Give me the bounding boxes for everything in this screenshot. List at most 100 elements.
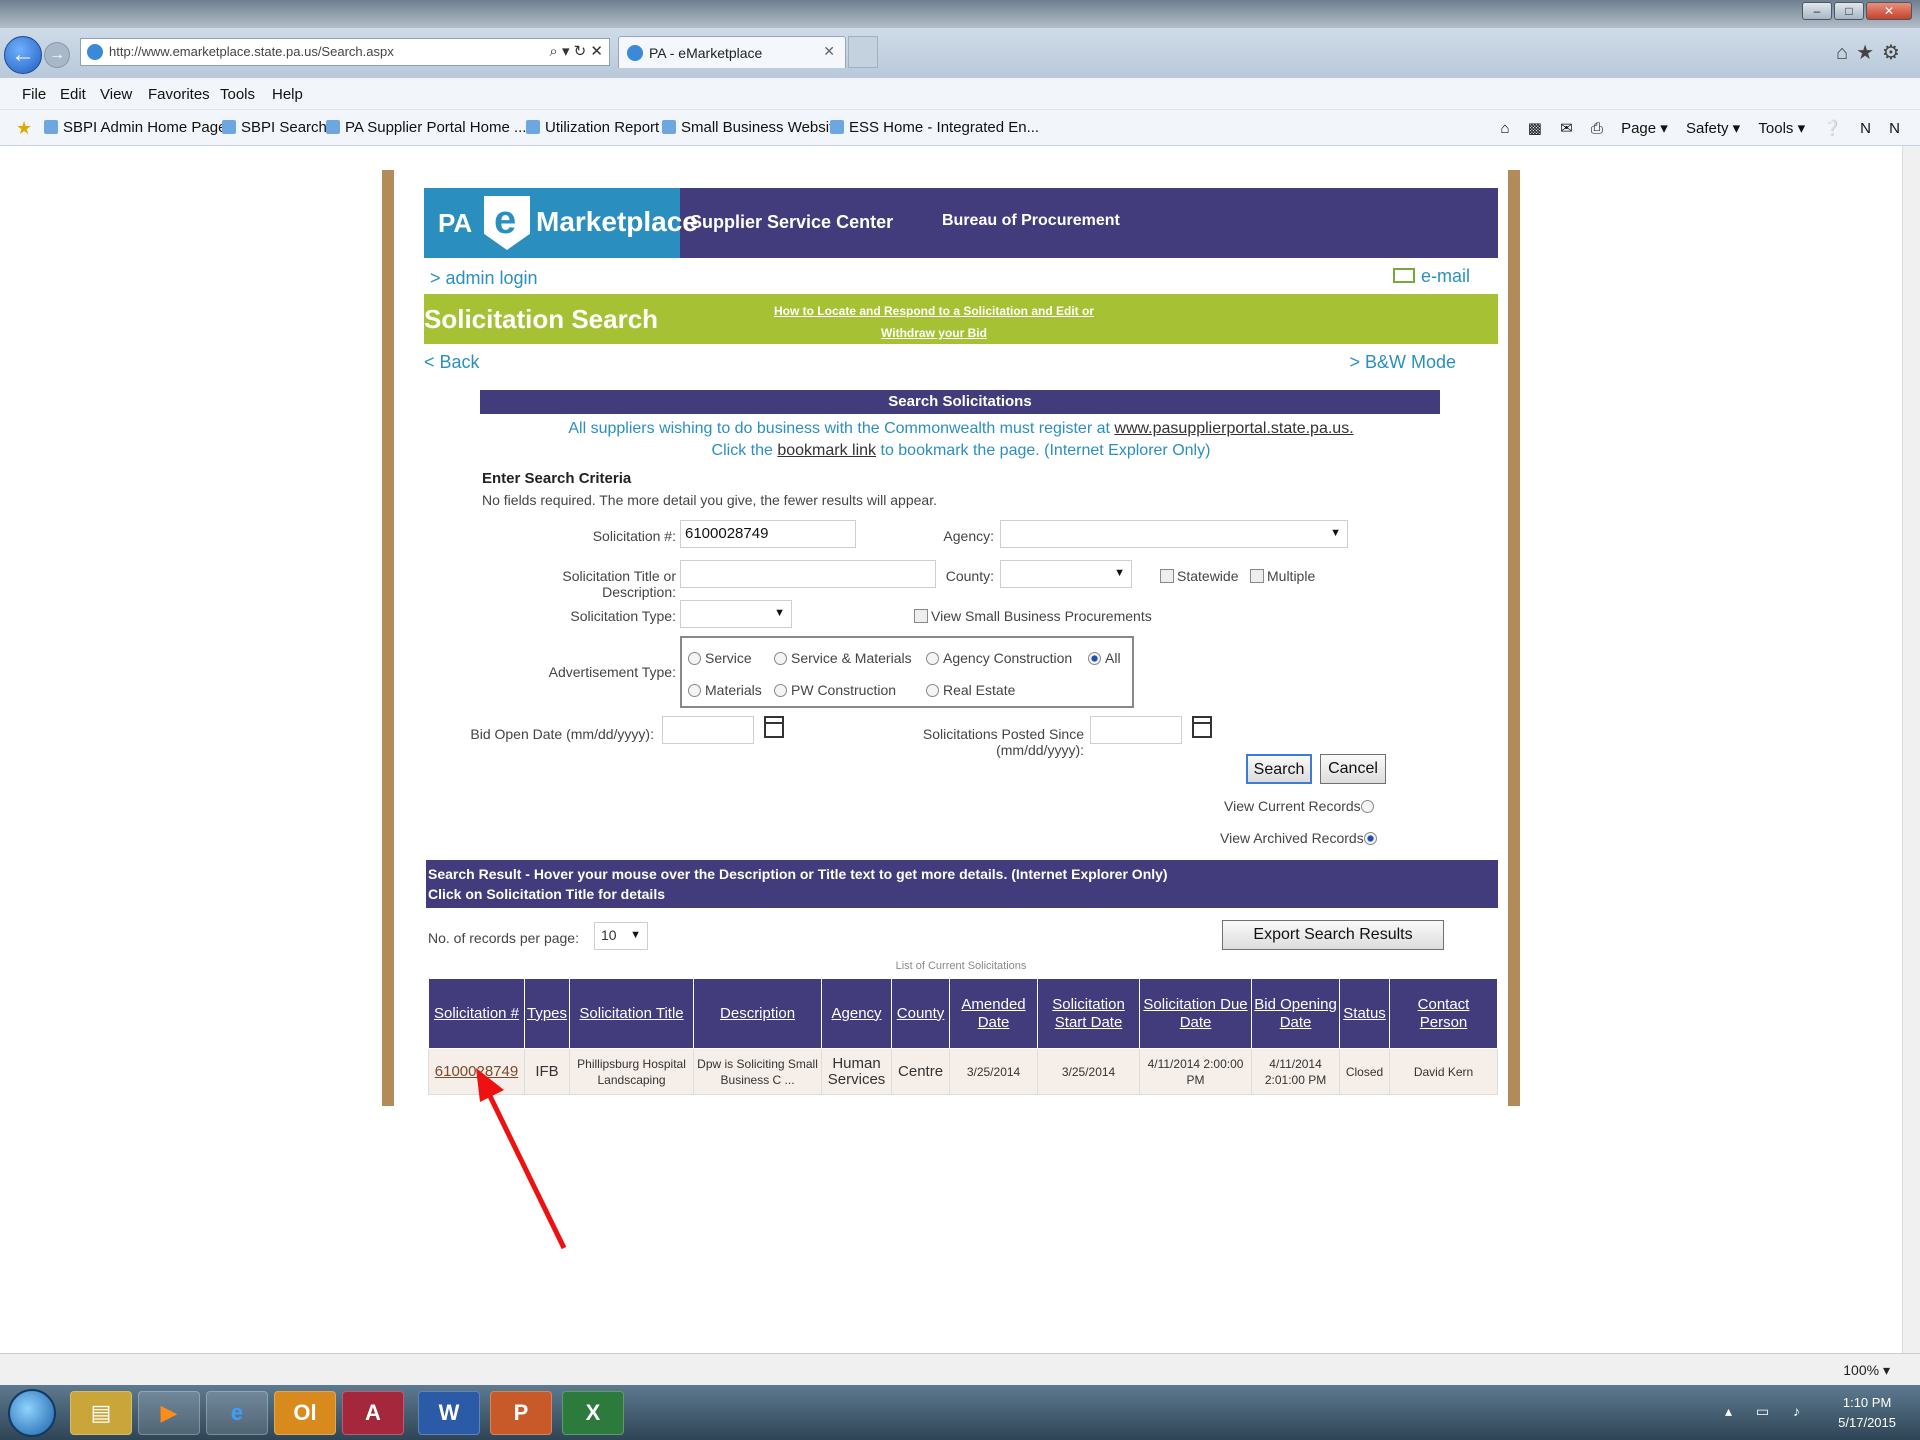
zoom-level[interactable]: 100% ▾ <box>1839 1362 1890 1379</box>
new-tab-button[interactable] <box>848 36 878 68</box>
tab-close-icon[interactable]: ✕ <box>823 43 835 60</box>
tab-title[interactable]: PA - eMarketplace <box>649 45 762 61</box>
outlook-taskbar-icon[interactable]: Ol <box>274 1391 336 1435</box>
col-amended-date[interactable]: Amended Date <box>949 978 1039 1049</box>
bureau-of-procurement-link[interactable]: Bureau of Procurement <box>942 212 1120 230</box>
address-url[interactable]: http://www.emarketplace.state.pa.us/Sear… <box>109 44 394 59</box>
col-solicitation-no[interactable]: Solicitation # <box>428 978 525 1049</box>
supplier-portal-link[interactable]: www.pasupplierportal.state.pa.us. <box>1114 420 1353 437</box>
admin-login-link[interactable]: > admin login <box>430 268 538 289</box>
menu-tools[interactable]: Tools <box>220 86 255 103</box>
powerpoint-taskbar-icon[interactable]: P <box>490 1391 552 1435</box>
col-status[interactable]: Status <box>1339 978 1391 1049</box>
menu-file[interactable]: File <box>22 86 46 103</box>
view-archived-records-radio[interactable]: View Archived Records <box>1220 830 1381 846</box>
back-arrow-icon[interactable]: ← <box>4 36 42 74</box>
col-county[interactable]: County <box>891 978 951 1049</box>
radio-all[interactable]: All <box>1088 650 1121 666</box>
address-tools[interactable]: ⌕ ▾ ↻ ✕ <box>549 42 603 60</box>
tray-clock[interactable]: 1:10 PM 5/17/2015 <box>1838 1393 1896 1433</box>
feeds-icon[interactable]: ▩ <box>1528 120 1542 137</box>
howto-respond-link[interactable]: How to Locate and Respond to a Solicitat… <box>754 300 1114 344</box>
bw-mode-link[interactable]: > B&W Mode <box>1349 352 1456 373</box>
fav-sbpi-search[interactable]: SBPI Search <box>222 119 327 136</box>
county-select[interactable]: ▼ <box>1000 560 1132 588</box>
calendar-icon[interactable] <box>764 716 784 738</box>
cell-solicitation-title[interactable]: Phillipsburg Hospital Landscaping <box>569 1048 695 1095</box>
print-icon[interactable]: ⎙ <box>1591 120 1603 137</box>
bid-open-date-input[interactable] <box>662 716 754 744</box>
fav-utilization-report[interactable]: Utilization Report <box>526 119 659 136</box>
col-agency[interactable]: Agency <box>821 978 893 1049</box>
menu-view[interactable]: View <box>100 86 132 103</box>
onenote-icon[interactable]: N <box>1860 120 1871 137</box>
col-description[interactable]: Description <box>693 978 823 1049</box>
back-link[interactable]: < Back <box>424 352 480 373</box>
fav-ess-home[interactable]: ESS Home - Integrated En... <box>830 119 1039 136</box>
calendar-icon[interactable] <box>1192 716 1212 738</box>
fav-small-business[interactable]: Small Business Website <box>662 119 842 136</box>
cmd-safety[interactable]: Safety ▾ <box>1686 120 1740 137</box>
radio-materials[interactable]: Materials <box>688 682 762 698</box>
posted-since-input[interactable] <box>1090 716 1182 744</box>
solicitation-type-select[interactable]: ▼ <box>680 600 792 628</box>
radio-real-estate[interactable]: Real Estate <box>926 682 1015 698</box>
maximize-button[interactable]: □ <box>1834 2 1864 20</box>
vertical-scrollbar[interactable] <box>1902 146 1920 1353</box>
pa-emarketplace-logo[interactable]: PA e Marketplace <box>424 188 698 258</box>
col-contact-person[interactable]: Contact Person <box>1389 978 1498 1049</box>
system-tray-icons[interactable]: ▴ ▭ ♪ <box>1725 1403 1810 1420</box>
supplier-service-center-link[interactable]: Supplier Service Center <box>690 212 893 233</box>
view-current-records-radio[interactable]: View Current Records <box>1224 798 1378 814</box>
forward-arrow-icon[interactable]: → <box>44 42 70 68</box>
solicitation-no-input[interactable]: 6100028749 <box>680 520 856 548</box>
fav-pa-supplier-portal[interactable]: PA Supplier Portal Home ... <box>326 119 526 136</box>
windows-start-icon[interactable] <box>8 1389 56 1437</box>
word-taskbar-icon[interactable]: W <box>418 1391 480 1435</box>
col-solicitation-title[interactable]: Solicitation Title <box>569 978 695 1049</box>
col-start-date[interactable]: Solicitation Start Date <box>1037 978 1141 1049</box>
statewide-checkbox[interactable]: Statewide <box>1160 568 1238 584</box>
col-bid-opening-date[interactable]: Bid Opening Date <box>1251 978 1341 1049</box>
menu-help[interactable]: Help <box>272 86 303 103</box>
bookmark-notice-post: to bookmark the page. (Internet Explorer… <box>876 442 1211 459</box>
excel-taskbar-icon[interactable]: X <box>562 1391 624 1435</box>
agency-select[interactable]: ▼ <box>1000 520 1348 548</box>
small-business-checkbox[interactable]: View Small Business Procurements <box>914 608 1152 624</box>
fav-sbpi-admin[interactable]: SBPI Admin Home Page <box>44 119 226 136</box>
close-window-button[interactable]: ✕ <box>1866 2 1912 20</box>
radio-pw-construction[interactable]: PW Construction <box>774 682 896 698</box>
col-types[interactable]: Types <box>523 978 571 1049</box>
search-button[interactable]: Search <box>1246 754 1312 784</box>
minimize-button[interactable]: – <box>1802 2 1832 20</box>
address-bar[interactable]: http://www.emarketplace.state.pa.us/Sear… <box>80 38 610 66</box>
home-icon[interactable]: ⌂ <box>1501 120 1510 137</box>
radio-icon <box>1360 800 1374 813</box>
access-taskbar-icon[interactable]: A <box>342 1391 404 1435</box>
cmd-tools[interactable]: Tools ▾ <box>1758 120 1805 137</box>
cancel-button[interactable]: Cancel <box>1320 754 1386 784</box>
help-icon[interactable]: ❔ <box>1823 120 1842 137</box>
radio-service[interactable]: Service <box>688 650 752 666</box>
export-search-results-button[interactable]: Export Search Results <box>1222 920 1444 950</box>
radio-service-materials[interactable]: Service & Materials <box>774 650 912 666</box>
county-label: County: <box>945 568 994 584</box>
tab-pa-emarketplace[interactable]: PA - eMarketplace ✕ <box>618 36 846 68</box>
radio-agency-construction[interactable]: Agency Construction <box>926 650 1072 666</box>
media-player-taskbar-icon[interactable]: ▶ <box>138 1391 200 1435</box>
onenote-linked-icon[interactable]: N <box>1889 120 1900 137</box>
records-per-page-select[interactable]: 10 ▼ <box>594 922 648 950</box>
menu-edit[interactable]: Edit <box>60 86 86 103</box>
home-favorites-tools-icons[interactable]: ⌂★⚙ <box>1836 40 1908 65</box>
email-link[interactable]: e-mail <box>1392 266 1470 287</box>
multiple-checkbox[interactable]: Multiple <box>1250 568 1315 584</box>
bookmark-link[interactable]: bookmark link <box>777 442 876 459</box>
col-due-date[interactable]: Solicitation Due Date <box>1139 978 1253 1049</box>
explorer-taskbar-icon[interactable]: ▤ <box>70 1391 132 1435</box>
title-desc-input[interactable] <box>680 560 936 588</box>
cmd-page[interactable]: Page ▾ <box>1621 120 1668 137</box>
mail-icon[interactable]: ✉ <box>1560 120 1573 137</box>
favorites-star-icon[interactable]: ★ <box>16 118 32 139</box>
internet-explorer-taskbar-icon[interactable]: e <box>206 1391 268 1435</box>
menu-favorites[interactable]: Favorites <box>148 86 210 103</box>
